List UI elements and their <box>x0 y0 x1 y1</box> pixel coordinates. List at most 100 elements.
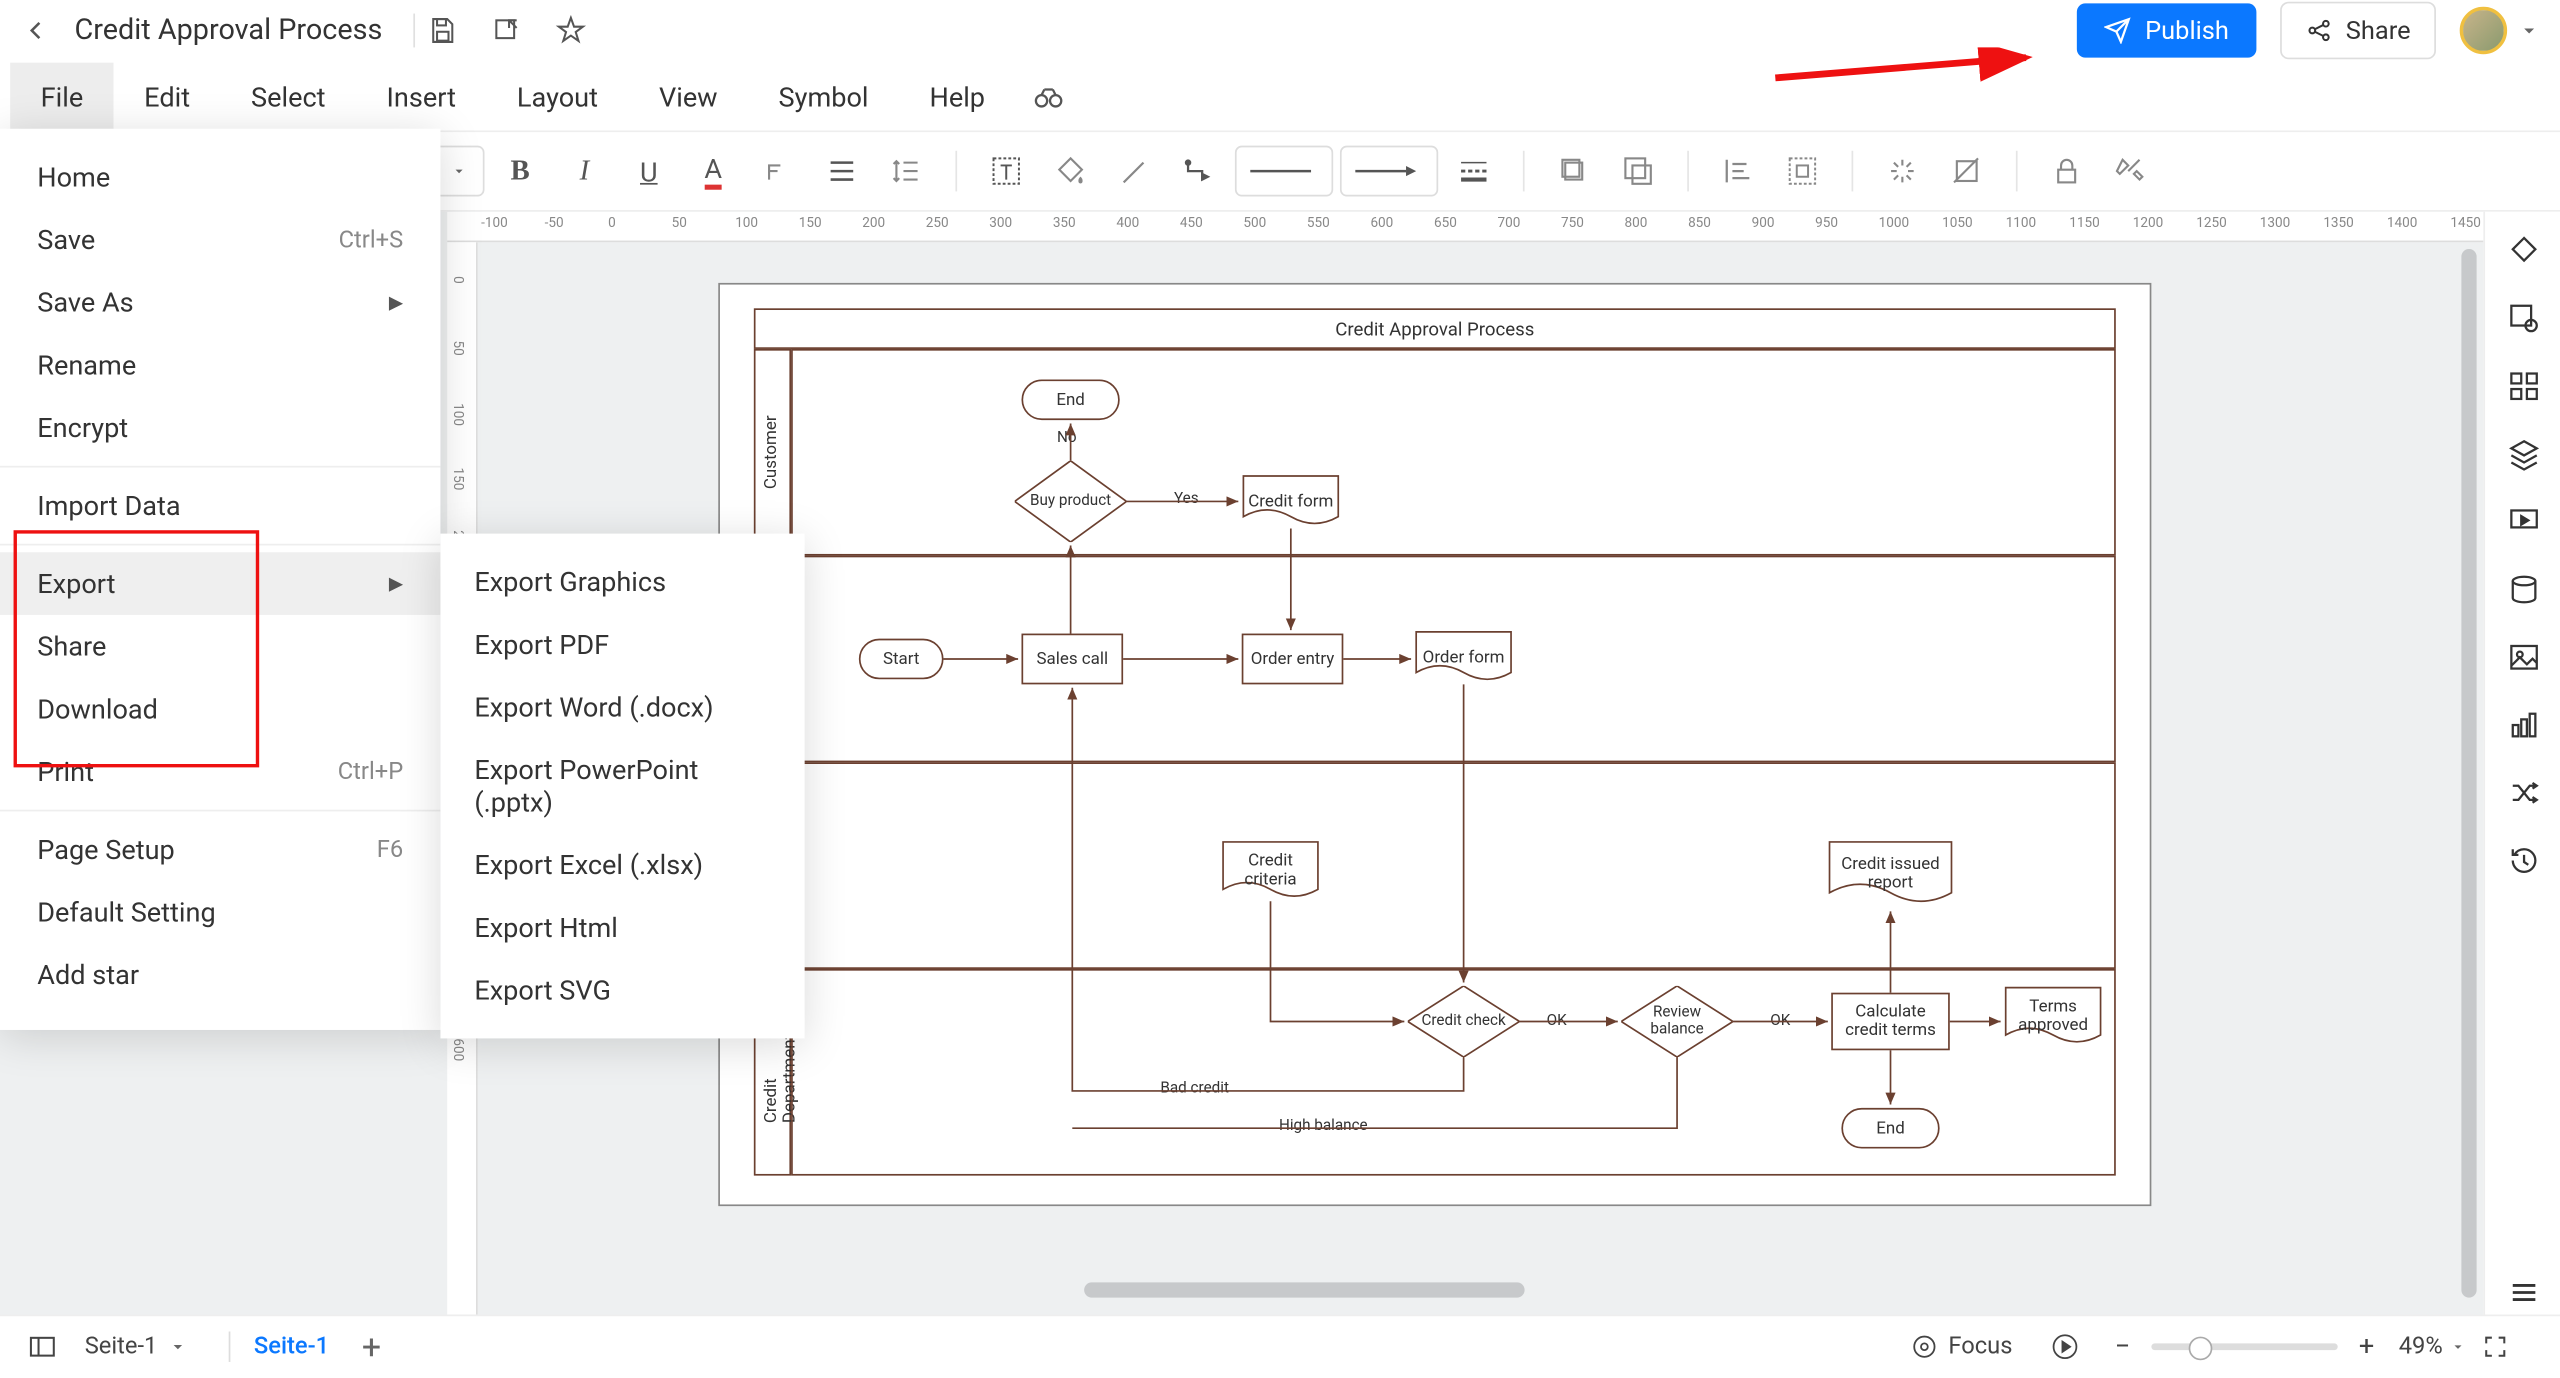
menu-collapse-icon[interactable] <box>2501 1271 2545 1315</box>
mi-export[interactable]: Export▶ <box>0 552 440 615</box>
share-button[interactable]: Share <box>2280 2 2436 60</box>
star-icon[interactable] <box>550 10 591 51</box>
pen-button[interactable] <box>1106 142 1164 200</box>
shuffle-icon[interactable] <box>2501 771 2545 815</box>
zoom-in-button[interactable]: + <box>2351 1330 2381 1362</box>
case-button[interactable] <box>749 142 807 200</box>
zoom-out-button[interactable]: − <box>2107 1330 2137 1362</box>
connector-style-button[interactable] <box>1171 142 1229 200</box>
tools-button[interactable] <box>2102 142 2160 200</box>
mi-export-word[interactable]: Export Word (.docx) <box>440 676 804 739</box>
mi-export-pptx[interactable]: Export PowerPoint (.pptx) <box>440 739 804 834</box>
align-left-button[interactable] <box>1709 142 1767 200</box>
mi-page-setup[interactable]: Page SetupF6 <box>0 818 440 881</box>
align-button[interactable] <box>813 142 871 200</box>
mi-share[interactable]: Share <box>0 615 440 678</box>
lock-button[interactable] <box>2038 142 2096 200</box>
avatar[interactable] <box>2460 7 2507 54</box>
save-icon[interactable] <box>421 10 462 51</box>
menu-symbol[interactable]: Symbol <box>748 63 899 131</box>
effects-button[interactable] <box>1874 142 1932 200</box>
shape-terms-approved[interactable]: Terms approved <box>2004 986 2102 1047</box>
focus-button[interactable]: Focus <box>1911 1332 2012 1359</box>
mi-export-svg[interactable]: Export SVG <box>440 959 804 1022</box>
underline-button[interactable]: U <box>620 142 678 200</box>
shape-end-bottom[interactable]: End <box>1841 1108 1939 1149</box>
menu-file[interactable]: File <box>10 63 114 131</box>
mi-save[interactable]: SaveCtrl+S <box>0 208 440 271</box>
zoom-value[interactable]: 49% <box>2399 1332 2467 1359</box>
tab-seite-1[interactable]: Seite-1 <box>254 1332 329 1359</box>
arrow-style-select[interactable] <box>1340 146 1438 197</box>
diagram-page[interactable]: Credit Approval Process Customer Credit … <box>718 283 2151 1206</box>
page-select[interactable]: Seite-1 <box>85 1332 188 1359</box>
menu-help[interactable]: Help <box>899 63 1016 131</box>
shape-settings-icon[interactable] <box>2501 296 2545 340</box>
crop-button[interactable] <box>1938 142 1996 200</box>
mi-import[interactable]: Import Data <box>0 474 440 537</box>
menu-layout[interactable]: Layout <box>486 63 628 131</box>
play-icon[interactable] <box>2046 1327 2083 1364</box>
shape-sales-call[interactable]: Sales call <box>1021 634 1123 685</box>
font-color-button[interactable]: A <box>684 142 742 200</box>
shape-end-top[interactable]: End <box>1021 379 1119 420</box>
container-button[interactable] <box>1609 142 1667 200</box>
mi-save-as[interactable]: Save As▶ <box>0 271 440 334</box>
binoculars-icon[interactable] <box>1029 76 1070 117</box>
shape-credit-issued-report[interactable]: Credit issued report <box>1828 840 1953 908</box>
shape-buy-product[interactable]: Buy product <box>1015 461 1127 542</box>
zoom-slider[interactable] <box>2151 1342 2337 1349</box>
back-icon[interactable] <box>20 15 50 45</box>
line-weight-button[interactable] <box>1445 142 1503 200</box>
fill-button[interactable] <box>1042 142 1100 200</box>
bold-button[interactable]: B <box>491 142 549 200</box>
italic-button[interactable]: I <box>556 142 614 200</box>
shape-order-form[interactable]: Order form <box>1414 630 1512 684</box>
mi-download[interactable]: Download <box>0 678 440 741</box>
mi-export-xlsx[interactable]: Export Excel (.xlsx) <box>440 833 804 896</box>
publish-label: Publish <box>2145 15 2229 45</box>
mi-export-graphics[interactable]: Export Graphics <box>440 551 804 614</box>
text-box-button[interactable] <box>977 142 1035 200</box>
layers-icon[interactable] <box>2501 432 2545 476</box>
menu-select[interactable]: Select <box>221 63 356 131</box>
add-page-button[interactable]: + <box>353 1327 390 1364</box>
mi-default-setting[interactable]: Default Setting <box>0 881 440 944</box>
presentation-icon[interactable] <box>2501 500 2545 544</box>
data-icon[interactable] <box>2501 567 2545 611</box>
line-style-select[interactable] <box>1235 146 1333 197</box>
shape-credit-criteria[interactable]: Credit criteria <box>1221 840 1319 901</box>
export-icon[interactable] <box>486 10 527 51</box>
menu-edit[interactable]: Edit <box>114 63 221 131</box>
avatar-menu-caret[interactable] <box>2517 19 2541 43</box>
mi-export-pdf[interactable]: Export PDF <box>440 613 804 676</box>
grid-icon[interactable] <box>2501 364 2545 408</box>
shape-calculate-credit-terms[interactable]: Calculate credit terms <box>1831 993 1950 1051</box>
scrollbar-vertical[interactable] <box>2461 249 2476 1298</box>
menu-insert[interactable]: Insert <box>356 63 486 131</box>
mi-add-star[interactable]: Add star <box>0 944 440 1007</box>
fill-palette-icon[interactable] <box>2501 229 2545 273</box>
shape-order-entry[interactable]: Order entry <box>1242 634 1344 685</box>
publish-button[interactable]: Publish <box>2077 3 2256 57</box>
shape-review-balance[interactable]: Review balance <box>1621 986 1733 1057</box>
shape-credit-form[interactable]: Credit form <box>1242 474 1340 528</box>
menu-view[interactable]: View <box>628 63 748 131</box>
history-icon[interactable] <box>2501 839 2545 883</box>
mi-print[interactable]: PrintCtrl+P <box>0 740 440 803</box>
image-icon[interactable] <box>2501 635 2545 679</box>
group-select-button[interactable] <box>1774 142 1832 200</box>
fullscreen-icon[interactable] <box>2477 1327 2514 1364</box>
mi-encrypt[interactable]: Encrypt <box>0 396 440 459</box>
mi-export-html[interactable]: Export Html <box>440 896 804 959</box>
scrollbar-horizontal[interactable] <box>1084 1282 1524 1297</box>
shadow-button[interactable] <box>1545 142 1603 200</box>
panel-toggle-icon[interactable] <box>24 1327 61 1364</box>
shape-start[interactable]: Start <box>859 639 944 680</box>
shape-credit-check[interactable]: Credit check <box>1408 986 1520 1057</box>
label-high-balance: High balance <box>1279 1118 1368 1135</box>
line-spacing-button[interactable] <box>877 142 935 200</box>
chart-icon[interactable] <box>2501 703 2545 747</box>
mi-rename[interactable]: Rename <box>0 334 440 397</box>
mi-home[interactable]: Home <box>0 146 440 209</box>
